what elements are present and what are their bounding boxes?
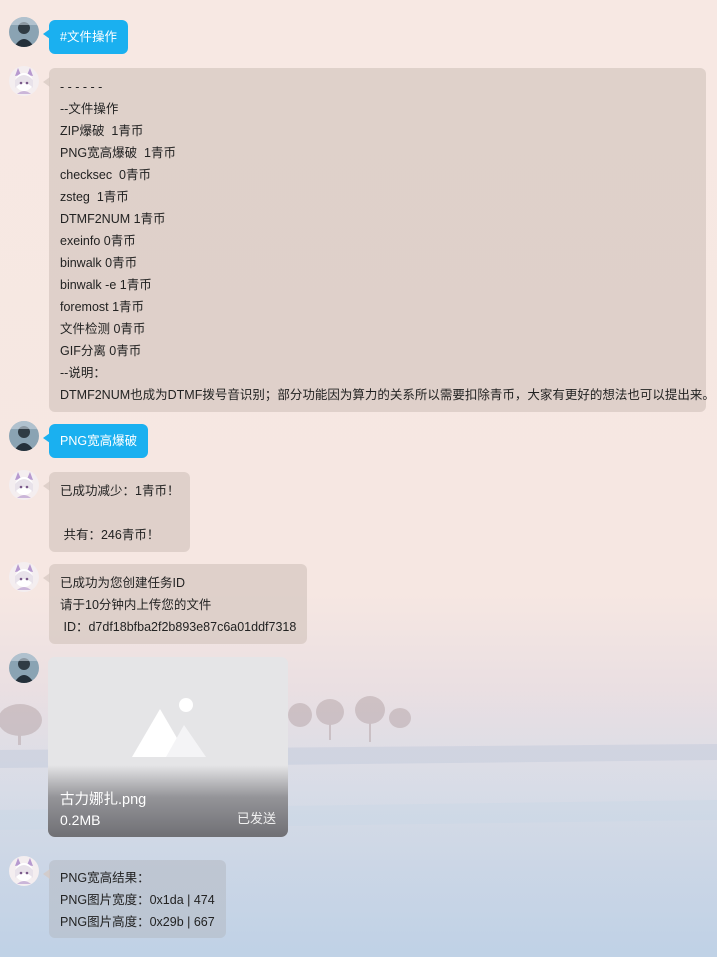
bot-avatar[interactable] [9, 562, 39, 592]
menu-line: DTMF2NUM 1青币 [60, 212, 166, 226]
menu-line: binwalk -e 1青币 [60, 278, 152, 292]
message-text: #文件操作 [60, 30, 117, 44]
menu-line: foremost 1青币 [60, 300, 145, 314]
file-info-bar: 古力娜扎.png 0.2MB 已发送 [48, 765, 288, 837]
user-avatar[interactable] [9, 653, 39, 683]
menu-line: exeinfo 0青币 [60, 234, 136, 248]
bot-avatar[interactable] [9, 856, 39, 886]
chat-bubble-user[interactable]: PNG宽高爆破 [42, 424, 149, 458]
menu-line: PNG宽高爆破 1青币 [60, 146, 176, 160]
upload-hint-text: 请于10分钟内上传您的文件 [60, 598, 212, 612]
chat-bubble-bot[interactable]: 已成功为您创建任务ID 请于10分钟内上传您的文件 ID：d7df18bfba2… [42, 564, 308, 644]
task-created-text: 已成功为您创建任务ID [60, 576, 186, 590]
menu-line: --文件操作 [60, 102, 119, 116]
bot-avatar[interactable] [9, 470, 39, 500]
result-height: PNG图片高度：0x29b | 667 [60, 915, 215, 929]
file-name: 古力娜扎.png [60, 792, 147, 808]
menu-line: 文件检测 0青币 [60, 322, 146, 336]
menu-line: checksec 0青币 [60, 168, 152, 182]
menu-line: ZIP爆破 1青币 [60, 124, 144, 138]
menu-line: - - - - - - [60, 80, 103, 94]
chat-bubble-bot[interactable]: - - - - - - --文件操作 ZIP爆破 1青币 PNG宽高爆破 1青币… [43, 68, 715, 412]
message-text: PNG宽高爆破 [60, 434, 138, 448]
bot-avatar[interactable] [9, 66, 39, 96]
menu-line: binwalk 0青币 [60, 256, 138, 270]
menu-line: --说明： [60, 366, 106, 380]
menu-line: zsteg 1青币 [60, 190, 129, 204]
result-width: PNG图片宽度：0x1da | 474 [60, 893, 215, 907]
chat-bubble-bot[interactable]: 已成功减少：1青币！ 共有：246青币！ [42, 472, 191, 552]
deduct-text: 已成功减少：1青币！ [60, 484, 180, 498]
user-avatar[interactable] [9, 17, 39, 47]
file-message-card[interactable]: 古力娜扎.png 0.2MB 已发送 [48, 657, 288, 837]
task-id-text: ID：d7df18bfba2f2b893e87c6a01ddf7318 [60, 620, 297, 634]
menu-line: GIF分离 0青币 [60, 344, 142, 358]
result-title: PNG宽高结果： [60, 871, 150, 885]
menu-line: DTMF2NUM也成为DTMF拨号音识别；部分功能因为算力的关系所以需要扣除青币… [60, 388, 715, 402]
balance-text: 共有：246青币！ [60, 528, 160, 542]
file-size: 0.2MB [60, 812, 101, 828]
sent-status: 已发送 [236, 811, 276, 826]
chat-bubble-user[interactable]: #文件操作 [43, 20, 128, 54]
chat-bubble-bot[interactable]: PNG宽高结果： PNG图片宽度：0x1da | 474 PNG图片高度：0x2… [43, 860, 226, 938]
user-avatar[interactable] [9, 421, 39, 451]
